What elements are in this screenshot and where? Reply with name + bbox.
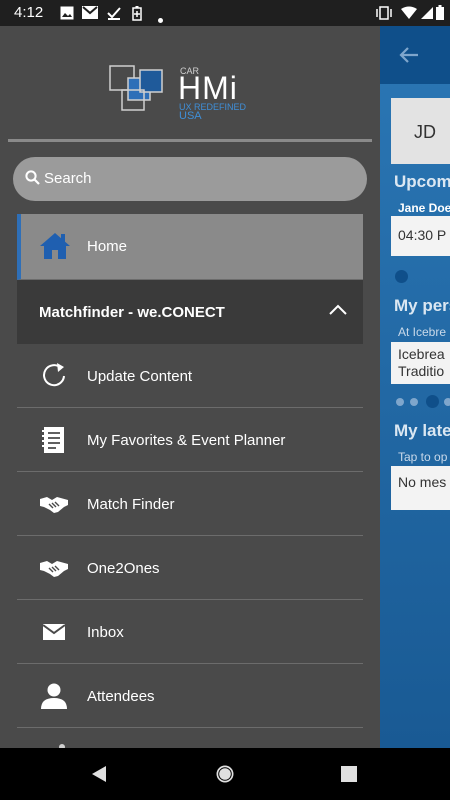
latest-card-text: No mes: [398, 474, 447, 490]
image-icon: [60, 6, 74, 25]
section-title: Matchfinder - we.CONECT: [39, 304, 225, 321]
latest-sub: Tap to op: [398, 450, 448, 464]
home-icon: [39, 231, 71, 266]
menu-item-label: Home: [87, 238, 128, 255]
menu-item-inbox[interactable]: Inbox: [17, 600, 363, 664]
vibrate-icon: [375, 6, 393, 25]
avatar-initials: JD: [414, 122, 436, 142]
recents-nav-icon[interactable]: [341, 766, 357, 787]
carousel-dot[interactable]: [444, 398, 450, 406]
upcoming-heading: Upcom: [394, 172, 450, 191]
menu-item-match-finder[interactable]: Match Finder: [17, 472, 363, 536]
menu-item-label: Attendees: [87, 688, 155, 705]
menu-item-label: One2Ones: [87, 560, 160, 577]
logo-region-text: USA: [179, 110, 202, 122]
handshake-icon: [39, 553, 69, 583]
search-icon: [25, 170, 40, 190]
logo-divider: [8, 139, 372, 142]
background-app: JD Upcom Jane Doe 04:30 P My pers At Ice…: [380, 26, 450, 748]
signal-icon: [421, 6, 433, 25]
menu-item-one2ones[interactable]: One2Ones: [17, 536, 363, 600]
menu-item-label: My Favorites & Event Planner: [87, 432, 286, 449]
car-hmi-logo: CAR HMi UX REDEFINED USA: [108, 64, 273, 129]
menu-item-partial[interactable]: [17, 728, 363, 748]
section-header-matchfinder[interactable]: Matchfinder - we.CONECT: [17, 280, 363, 344]
battery-icon: [436, 5, 444, 25]
app-header: [380, 26, 450, 84]
personal-sub: At Icebre: [398, 325, 447, 339]
wifi-icon: [401, 6, 417, 25]
personal-card-line1: Icebrea: [398, 346, 445, 362]
back-nav-icon[interactable]: [90, 765, 108, 788]
chevron-up-icon[interactable]: [329, 303, 347, 321]
personal-card-line2: Traditio: [398, 363, 445, 379]
menu-item-favorites-planner[interactable]: My Favorites & Event Planner: [17, 408, 363, 472]
menu-item-home[interactable]: Home: [17, 214, 363, 280]
menu-item-label: Inbox: [87, 624, 124, 641]
back-arrow-icon[interactable]: [398, 44, 420, 71]
screen: 4:12 JD Upcom Jane Doe 04:30 P My per At…: [0, 0, 450, 800]
refresh-icon: [39, 361, 69, 391]
menu-item-label: Update Content: [87, 368, 193, 385]
search-bar[interactable]: Search: [13, 157, 367, 201]
personal-card[interactable]: Icebrea Traditio: [391, 342, 450, 384]
carousel-dot-active[interactable]: [426, 395, 439, 408]
personal-heading: My pers: [394, 296, 450, 315]
home-nav-icon[interactable]: [215, 764, 235, 789]
mail-icon: [39, 617, 69, 647]
handshake-icon: [39, 489, 69, 519]
upcoming-name: Jane Doe: [398, 201, 450, 215]
battery-saver-icon: [132, 6, 142, 26]
gmail-icon: [82, 6, 98, 24]
person-icon: [39, 681, 69, 711]
menu-item-label: Match Finder: [87, 496, 175, 513]
dot-icon: [158, 10, 163, 28]
download-done-icon: [107, 6, 121, 25]
system-navigation-bar: [0, 748, 450, 800]
latest-card[interactable]: No mes: [391, 466, 450, 510]
status-time: 4:12: [14, 4, 44, 21]
carousel-dot[interactable]: [396, 398, 404, 406]
navigation-drawer: CAR HMi UX REDEFINED USA Search Home Mat…: [0, 26, 380, 748]
search-label: Search: [44, 170, 92, 187]
menu-item-update-content[interactable]: Update Content: [17, 344, 363, 408]
planner-icon: [39, 425, 69, 455]
upcoming-time: 04:30 P: [398, 227, 447, 243]
upcoming-card[interactable]: 04:30 P: [391, 216, 450, 256]
carousel-dot-active[interactable]: [395, 270, 408, 283]
carousel-dot[interactable]: [410, 398, 418, 406]
status-bar: 4:12: [0, 0, 450, 26]
menu-item-attendees[interactable]: Attendees: [17, 664, 363, 728]
latest-heading: My late: [394, 421, 450, 440]
